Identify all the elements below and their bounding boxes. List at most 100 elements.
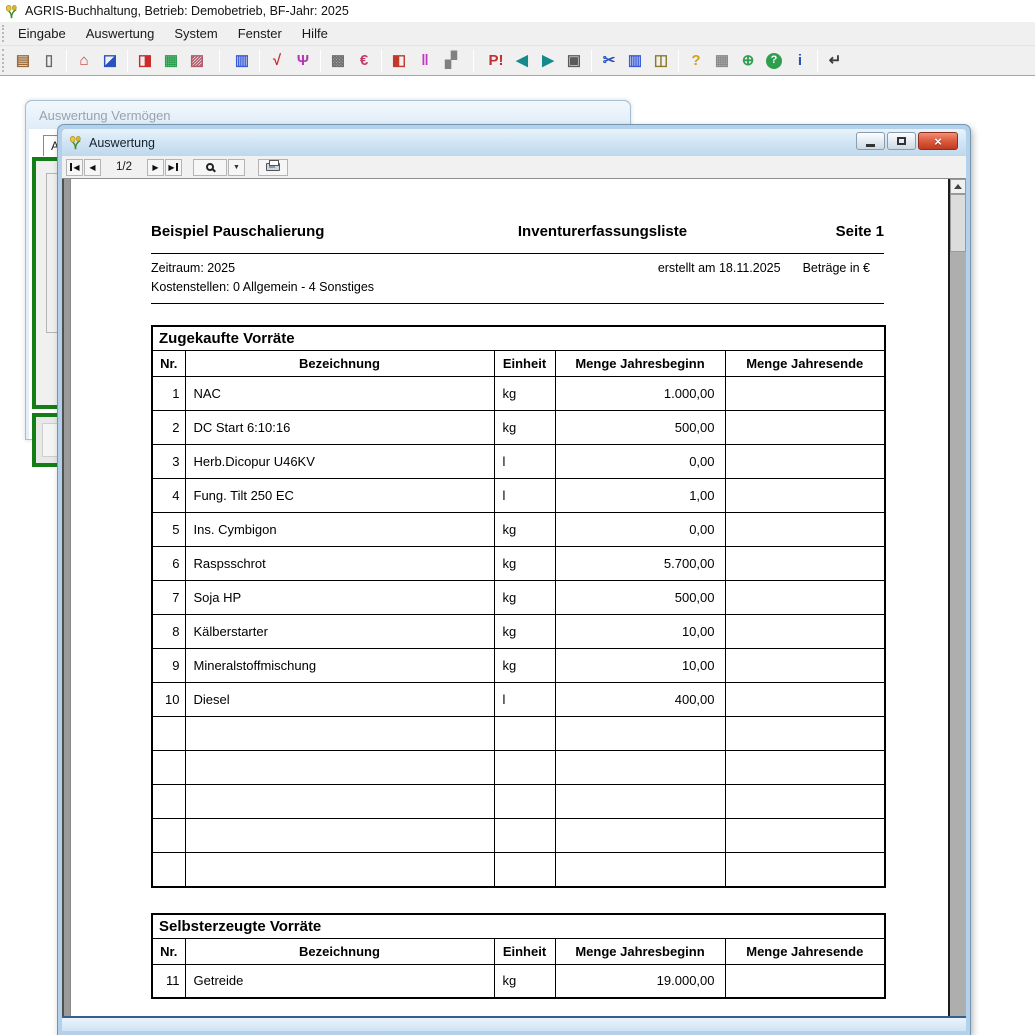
price-curve-icon[interactable]: √ <box>265 49 289 73</box>
cell: 10 <box>152 683 185 717</box>
toolbar-separator <box>678 50 679 72</box>
globe-help-icon[interactable]: ? <box>762 49 786 73</box>
tractor-icon[interactable]: ◨ <box>133 49 157 73</box>
cell <box>152 717 185 751</box>
daybook-icon[interactable]: ▤ <box>11 49 35 73</box>
help-wand-icon[interactable]: ? <box>684 49 708 73</box>
report-table-2: Selbsterzeugte VorräteNr.BezeichnungEinh… <box>151 913 886 1000</box>
prev-page-button[interactable]: ◀ <box>84 159 101 176</box>
cell <box>494 853 555 887</box>
cell: 19.000,00 <box>555 964 725 998</box>
menu-item-system[interactable]: System <box>164 23 227 44</box>
truck-icon[interactable]: ◧ <box>387 49 411 73</box>
report-header: Beispiel Pauschalierung Inventurerfassun… <box>151 223 884 240</box>
preview-toolbar: ◀ ◀ 1/2 ▶ ▶ ▼ <box>62 156 966 179</box>
zoom-dropdown-button[interactable]: ▼ <box>228 159 245 176</box>
cell: DC Start 6:10:16 <box>185 411 494 445</box>
maximize-button[interactable] <box>887 132 916 150</box>
app-titlebar[interactable]: AGRIS-Buchhaltung, Betrieb: Demobetrieb,… <box>0 0 1035 22</box>
cell <box>185 853 494 887</box>
vertical-scrollbar[interactable] <box>950 179 966 1016</box>
cell <box>725 819 885 853</box>
scroll-up-button[interactable] <box>950 179 966 194</box>
print-button[interactable] <box>258 159 288 176</box>
cell: Soja HP <box>185 581 494 615</box>
cut-icon[interactable]: ✂ <box>597 49 621 73</box>
cell: 500,00 <box>555 581 725 615</box>
cell: 10,00 <box>555 615 725 649</box>
table-row: 9Mineralstoffmischungkg10,00 <box>152 649 885 683</box>
globe-icon[interactable]: ⊕ <box>736 49 760 73</box>
cell: 1,00 <box>555 479 725 513</box>
columns-next-icon[interactable]: ▶ <box>536 49 560 73</box>
cell <box>725 377 885 411</box>
table-row <box>152 717 885 751</box>
first-page-button[interactable]: ◀ <box>66 159 83 176</box>
cell <box>185 717 494 751</box>
cell: 1 <box>152 377 185 411</box>
cell <box>725 513 885 547</box>
column-header: Bezeichnung <box>185 351 494 377</box>
copy-pages-icon[interactable]: ▥ <box>230 49 254 73</box>
cell: 400,00 <box>555 683 725 717</box>
menu-item-auswertung[interactable]: Auswertung <box>76 23 165 44</box>
cell <box>725 479 885 513</box>
cell: kg <box>494 964 555 998</box>
fax-print-icon[interactable]: ▦ <box>710 49 734 73</box>
table-row <box>152 785 885 819</box>
cell <box>725 649 885 683</box>
cell <box>725 411 885 445</box>
copy-icon[interactable]: ▥ <box>623 49 647 73</box>
scroll-thumb[interactable] <box>950 194 966 252</box>
next-page-button[interactable]: ▶ <box>147 159 164 176</box>
print-report-icon[interactable]: P! <box>484 49 508 73</box>
cell: 1.000,00 <box>555 377 725 411</box>
client-area: Auswertung Vermögen A Auswertung <box>0 76 1035 1035</box>
toolbar-separator <box>127 50 128 72</box>
save-icon[interactable]: ▣ <box>562 49 586 73</box>
table-row: 4Fung. Tilt 250 ECl1,00 <box>152 479 885 513</box>
columns-prev-icon[interactable]: ◀ <box>510 49 534 73</box>
zoom-button[interactable] <box>193 159 227 176</box>
cell: Raspsschrot <box>185 547 494 581</box>
paste-icon[interactable]: ◫ <box>649 49 673 73</box>
persons-icon[interactable]: ▞ <box>439 49 463 73</box>
exit-icon[interactable]: ↵ <box>823 49 847 73</box>
cell: Diesel <box>185 683 494 717</box>
toolbar-separator <box>320 50 321 72</box>
last-page-button[interactable]: ▶ <box>165 159 182 176</box>
minimize-button[interactable] <box>856 132 885 150</box>
money-sack-icon[interactable]: € <box>352 49 376 73</box>
cell <box>725 751 885 785</box>
printer-icon <box>266 163 280 171</box>
cell <box>725 717 885 751</box>
window-bottom-frame <box>62 1016 966 1031</box>
menu-item-fenster[interactable]: Fenster <box>228 23 292 44</box>
document-icon[interactable]: ▯ <box>37 49 61 73</box>
report-company: Beispiel Pauschalierung <box>151 223 451 240</box>
cell: kg <box>494 615 555 649</box>
info-icon[interactable]: i <box>788 49 812 73</box>
test-tubes-icon[interactable]: ‖ <box>413 49 437 73</box>
column-header: Nr. <box>152 351 185 377</box>
farm-house-icon[interactable]: ⌂ <box>72 49 96 73</box>
menu-item-eingabe[interactable]: Eingabe <box>8 23 76 44</box>
seed-sack-icon[interactable]: ▨ <box>185 49 209 73</box>
table-row: 8Kälberstarterkg10,00 <box>152 615 885 649</box>
cell: 11 <box>152 964 185 998</box>
cell: NAC <box>185 377 494 411</box>
ship-icon[interactable]: ◪ <box>98 49 122 73</box>
cell <box>555 785 725 819</box>
machine-icon[interactable]: ▩ <box>326 49 350 73</box>
menu-item-hilfe[interactable]: Hilfe <box>292 23 338 44</box>
cell: 9 <box>152 649 185 683</box>
field-list-icon[interactable]: ▦ <box>159 49 183 73</box>
report-zeitraum: Zeitraum: 2025 <box>151 261 235 275</box>
toolbar-separator <box>381 50 382 72</box>
app-icon <box>4 4 19 19</box>
cell <box>555 717 725 751</box>
balance-scale-icon[interactable]: Ψ <box>291 49 315 73</box>
window-auswertung[interactable]: Auswertung × ◀ ◀ 1/2 ▶ ▶ ▼ Bei <box>58 125 970 1035</box>
close-button[interactable]: × <box>918 132 958 150</box>
report-window-titlebar[interactable]: Auswertung × <box>62 129 966 156</box>
